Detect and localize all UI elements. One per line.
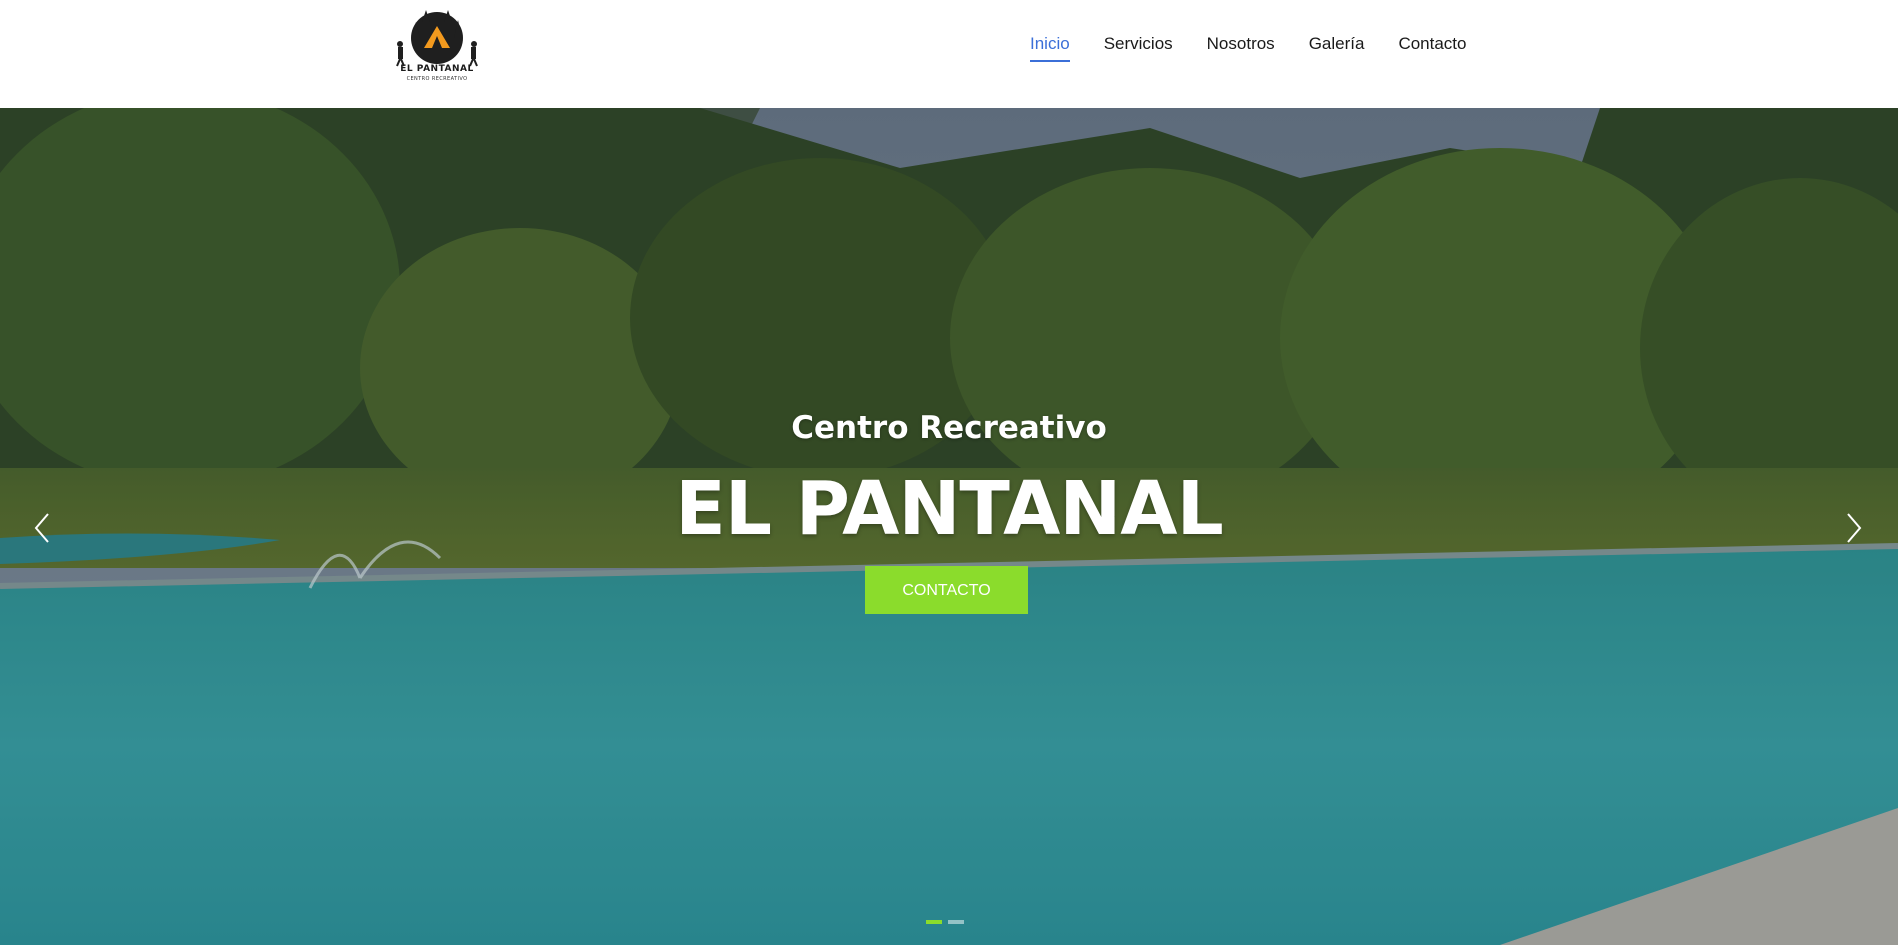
slide-indicator-2[interactable] <box>948 920 964 924</box>
logo-tagline: CENTRO RECREATIVO <box>406 76 468 82</box>
hero-slider: Centro Recreativo EL PANTANAL CONTACTO <box>0 108 1898 945</box>
logo-name: EL PANTANAL <box>400 64 474 74</box>
nav-item-contacto[interactable]: Contacto <box>1398 32 1466 62</box>
contact-button[interactable]: CONTACTO <box>865 566 1028 614</box>
hero-title: EL PANTANAL <box>675 466 1223 552</box>
slider-pagination <box>926 920 964 924</box>
hero-subtitle: Centro Recreativo <box>791 410 1107 446</box>
site-header: EL PANTANAL CENTRO RECREATIVO Inicio Ser… <box>0 0 1898 108</box>
prev-slide-arrow-icon[interactable] <box>28 508 58 548</box>
logo-icon[interactable] <box>392 8 482 86</box>
nav-item-nosotros[interactable]: Nosotros <box>1207 32 1275 62</box>
next-slide-arrow-icon[interactable] <box>1838 508 1868 548</box>
nav-item-inicio[interactable]: Inicio <box>1030 32 1070 62</box>
slide-indicator-1[interactable] <box>926 920 942 924</box>
main-nav: Inicio Servicios Nosotros Galería Contac… <box>1030 32 1466 62</box>
nav-item-servicios[interactable]: Servicios <box>1104 32 1173 62</box>
nav-item-galeria[interactable]: Galería <box>1309 32 1365 62</box>
